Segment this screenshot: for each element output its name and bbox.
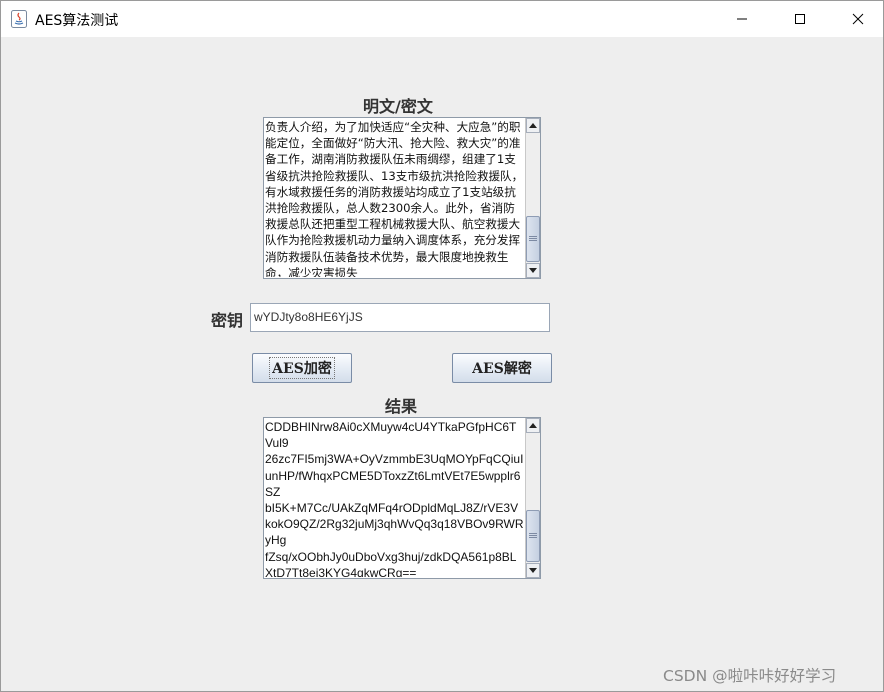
scroll-thumb[interactable] (526, 510, 540, 562)
result-label: 结果 (385, 397, 418, 416)
aes-decrypt-button[interactable]: AES解密 (452, 353, 552, 383)
arrow-down-icon (529, 268, 537, 273)
grip-icon (529, 236, 537, 242)
close-button[interactable] (829, 1, 883, 37)
maximize-icon (795, 14, 805, 24)
close-icon (852, 13, 864, 25)
plaintext-scrollbar[interactable] (525, 118, 540, 278)
decrypt-button-label: AES解密 (472, 361, 532, 377)
grip-icon (529, 533, 537, 539)
plaintext-textarea[interactable]: 负责人介绍，为了加快适应“全灾种、大应急”的职能定位，全面做好“防大汛、抢大险、… (263, 117, 541, 279)
plaintext-text[interactable]: 负责人介绍，为了加快适应“全灾种、大应急”的职能定位，全面做好“防大汛、抢大险、… (265, 119, 524, 277)
app-window: AES算法测试 明文/密文 负责人介绍，为了加快适应“全灾种、大应急”的职能定位… (0, 0, 884, 692)
minimize-icon (737, 18, 747, 20)
key-input[interactable]: wYDJty8o8HE6YjJS (250, 303, 550, 332)
window-title: AES算法测试 (35, 13, 119, 29)
aes-encrypt-button[interactable]: AES加密 (252, 353, 352, 383)
encrypt-button-label: AES加密 (269, 357, 335, 379)
minimize-button[interactable] (713, 1, 771, 37)
watermark-text: CSDN @啦咔咔好好学习 (663, 667, 837, 685)
scroll-down-button[interactable] (526, 263, 540, 278)
result-text[interactable]: CDDBHINrw8Ai0cXMuyw4cU4YTkaPGfpHC6TVul9 … (265, 419, 524, 577)
scroll-up-button[interactable] (526, 418, 540, 433)
arrow-up-icon (529, 423, 537, 428)
result-textarea[interactable]: CDDBHINrw8Ai0cXMuyw4cU4YTkaPGfpHC6TVul9 … (263, 417, 541, 579)
arrow-down-icon (529, 568, 537, 573)
scroll-down-button[interactable] (526, 563, 540, 578)
maximize-button[interactable] (771, 1, 829, 37)
key-label: 密钥 (211, 311, 244, 330)
java-icon (11, 10, 27, 28)
scroll-thumb[interactable] (526, 216, 540, 262)
result-scrollbar[interactable] (525, 418, 540, 578)
title-bar: AES算法测试 (1, 1, 883, 37)
plaintext-label: 明文/密文 (363, 97, 433, 116)
scroll-up-button[interactable] (526, 118, 540, 133)
arrow-up-icon (529, 123, 537, 128)
